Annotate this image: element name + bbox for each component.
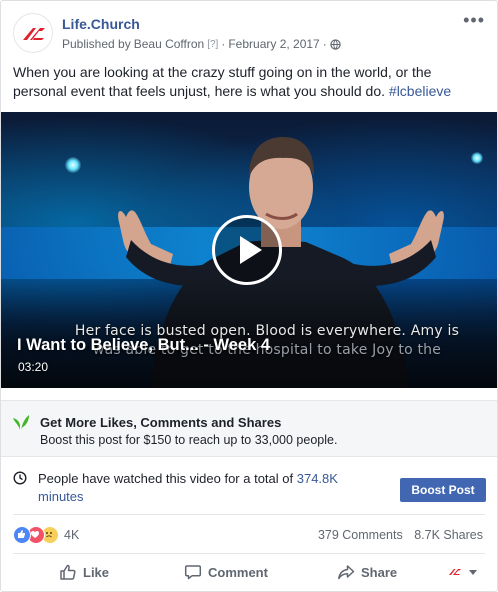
divider: [13, 514, 485, 515]
comment-label: Comment: [208, 564, 268, 580]
leaf-icon: [13, 415, 29, 430]
help-link[interactable]: [?]: [207, 39, 218, 50]
like-button[interactable]: Like: [59, 562, 109, 582]
page-avatar[interactable]: [13, 13, 53, 53]
meta-separator: ·: [322, 37, 327, 51]
share-label: Share: [361, 564, 398, 580]
boost-post-button[interactable]: Boost Post: [400, 478, 486, 502]
comment-bubble-icon: [184, 565, 202, 580]
like-label: Like: [83, 564, 110, 580]
watch-time-unit[interactable]: minutes: [38, 489, 84, 504]
page-name-link[interactable]: Life.Church: [62, 16, 140, 32]
stage-light: [471, 152, 483, 164]
watch-time-link[interactable]: 374.8K: [297, 471, 338, 486]
published-by-label: Published by: [62, 37, 131, 51]
clock-icon: [13, 471, 27, 485]
boost-promo[interactable]: Get More Likes, Comments and Shares Boos…: [1, 400, 497, 457]
post-card: Life.Church Published by Beau Coffron [?…: [0, 0, 498, 592]
post-header: Life.Church Published by Beau Coffron [?…: [13, 11, 485, 55]
life-church-logo-icon: [23, 28, 45, 40]
post-text: When you are looking at the crazy stuff …: [13, 63, 483, 101]
more-options-button[interactable]: •••: [463, 11, 485, 29]
divider: [13, 553, 485, 554]
share-arrow-icon: [338, 565, 355, 580]
reactions-summary[interactable]: 4K: [13, 525, 79, 545]
like-reaction-icon: [13, 526, 31, 544]
watch-time-insight: People have watched this video for a tot…: [38, 470, 358, 506]
video-duration: 03:20: [18, 360, 49, 374]
thumbs-up-icon: [60, 564, 76, 580]
share-button[interactable]: Share: [337, 562, 397, 582]
chevron-down-icon: [469, 569, 477, 575]
meta-separator: ·: [221, 37, 226, 51]
engagement-counts: 379 Comments 8.7K Shares: [318, 528, 483, 542]
post-as-page-selector[interactable]: [447, 562, 477, 582]
play-button[interactable]: [212, 215, 282, 285]
post-date-link[interactable]: February 2, 2017: [228, 37, 319, 51]
promo-title: Get More Likes, Comments and Shares: [40, 415, 282, 430]
promo-description: Boost this post for $150 to reach up to …: [40, 433, 338, 447]
post-meta: Published by Beau Coffron [?] · February…: [62, 37, 341, 51]
life-church-logo-icon: [449, 569, 461, 575]
comment-button[interactable]: Comment: [184, 562, 268, 582]
stage-light: [65, 157, 81, 173]
author-link[interactable]: Beau Coffron: [134, 37, 205, 51]
globe-icon[interactable]: [330, 38, 341, 50]
hashtag-link[interactable]: #lcbelieve: [389, 83, 451, 99]
video-player[interactable]: Her face is busted open. Blood is everyw…: [1, 112, 497, 388]
post-body: When you are looking at the crazy stuff …: [13, 64, 432, 99]
action-bar: Like Comment Share: [1, 556, 497, 588]
comments-count-link[interactable]: 379 Comments: [318, 528, 403, 542]
video-title: I Want to Believe, But... - Week 4: [17, 336, 271, 354]
play-icon: [240, 236, 262, 264]
shares-count-link[interactable]: 8.7K Shares: [414, 528, 483, 542]
insight-text: People have watched this video for a tot…: [38, 471, 294, 486]
reaction-count[interactable]: 4K: [64, 528, 79, 542]
